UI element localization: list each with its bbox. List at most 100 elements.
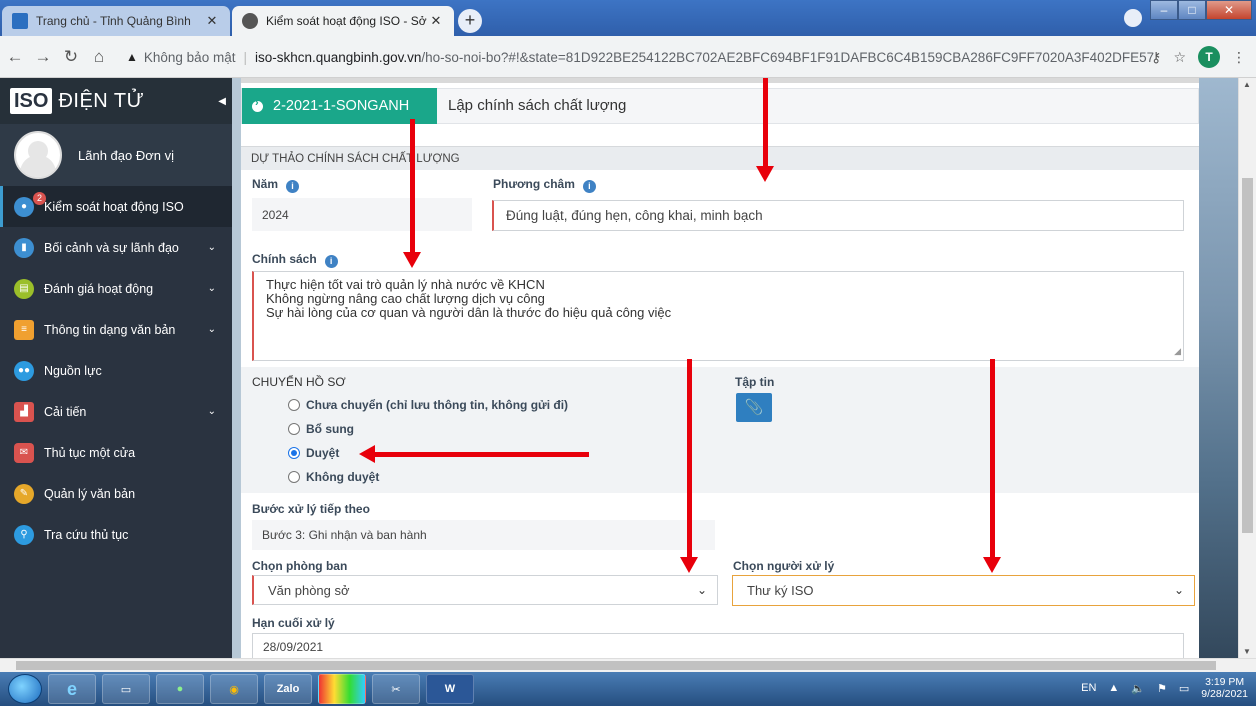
internet-explorer-icon[interactable]: e: [48, 674, 96, 704]
tab-trang-chu[interactable]: Trang chủ - Tỉnh Quảng Bình ✕: [2, 6, 230, 36]
motto-label: Phương châm i: [493, 177, 596, 193]
main-panel: 2-2021-1-SONGANH Lập chính sách chất lượ…: [241, 78, 1199, 658]
sidebar-item-cai-tien[interactable]: ▟ Cải tiến ⌄: [0, 391, 232, 432]
clock-time: 3:19 PM: [1205, 676, 1245, 688]
document-icon: ▮: [14, 237, 34, 258]
flag-icon[interactable]: ⚑: [1157, 682, 1167, 695]
scroll-thumb[interactable]: [16, 661, 1216, 670]
word-label: W: [444, 683, 456, 695]
motto-input[interactable]: Đúng luật, đúng hẹn, công khai, minh bạc…: [492, 200, 1184, 231]
deadline-input[interactable]: 28/09/2021: [252, 633, 1184, 658]
chevron-down-icon: ⌄: [696, 583, 707, 597]
radio-chua-chuyen[interactable]: Chưa chuyển (chỉ lưu thông tin, không gử…: [288, 398, 568, 412]
address-bar[interactable]: ▲ Không bảo mật | iso-skhcn.quangbinh.go…: [114, 43, 1154, 71]
horizontal-scrollbar[interactable]: [0, 658, 1256, 672]
sidebar-item-label: Nguồn lực: [44, 363, 102, 378]
paint-icon[interactable]: [318, 674, 366, 704]
radio-circle[interactable]: [288, 447, 300, 459]
radio-circle[interactable]: [288, 423, 300, 435]
star-icon[interactable]: ☆: [1173, 49, 1186, 66]
policy-label-text: Chính sách: [252, 252, 317, 266]
profile-avatar[interactable]: T: [1198, 46, 1220, 68]
maximize-button[interactable]: □: [1178, 0, 1206, 20]
sidebar-item-boi-canh[interactable]: ▮ Bối cảnh và sự lãnh đạo ⌄: [0, 227, 232, 268]
vertical-scrollbar[interactable]: ▲ ▼: [1238, 78, 1256, 658]
sidebar-item-danh-gia[interactable]: ▤ Đánh giá hoạt động ⌄: [0, 268, 232, 309]
toolbar-actions: ⚷ ☆ T ⋮: [1151, 46, 1246, 68]
back-arrow-icon[interactable]: ←: [2, 47, 28, 67]
expand-circle-icon: [252, 97, 263, 112]
url-host: iso-skhcn.quangbinh.gov.vn: [254, 49, 422, 65]
sidebar-item-quan-ly-van-ban[interactable]: ✎ Quản lý văn bản: [0, 473, 232, 514]
language-indicator[interactable]: EN: [1081, 682, 1096, 694]
scroll-thumb[interactable]: [1242, 178, 1253, 533]
sidebar-item-label: Tra cứu thủ tục: [44, 527, 129, 542]
sidebar-item-thong-tin[interactable]: ≡ Thông tin dạng văn bản ⌄: [0, 309, 232, 350]
section-heading: DỰ THẢO CHÍNH SÁCH CHẤT LƯỢNG: [241, 146, 1199, 170]
sidebar-item-thu-tuc-mot-cua[interactable]: ✉ Thủ tục một cửa: [0, 432, 232, 473]
coccoc-icon[interactable]: ●: [156, 674, 204, 704]
sidebar-item-label: Đánh giá hoạt động: [44, 281, 154, 296]
minimize-button[interactable]: –: [1150, 0, 1178, 20]
scroll-down-icon[interactable]: ▼: [1243, 647, 1251, 656]
warning-icon: ▲: [126, 50, 138, 64]
close-tab-icon[interactable]: ✕: [204, 13, 220, 29]
clock[interactable]: 3:19 PM 9/28/2021: [1201, 676, 1248, 700]
info-icon[interactable]: i: [286, 180, 300, 193]
next-step-label: Bước xử lý tiếp theo: [252, 502, 370, 516]
show-hidden-icons-icon[interactable]: ▲: [1108, 682, 1119, 694]
new-tab-button[interactable]: +: [458, 9, 482, 33]
chevron-down-icon: ⌄: [207, 324, 216, 335]
zalo-label: Zalo: [276, 683, 300, 695]
brand[interactable]: ISO ĐIỆN TỬ ◀: [0, 78, 232, 124]
info-icon[interactable]: i: [324, 255, 338, 268]
handler-label: Chọn người xử lý: [733, 559, 835, 573]
info-icon[interactable]: i: [582, 180, 596, 193]
radio-bo-sung[interactable]: Bổ sung: [288, 422, 354, 436]
resize-handle-icon[interactable]: ◢: [1174, 344, 1181, 358]
sidebar-item-tra-cuu[interactable]: ⚲ Tra cứu thủ tục: [0, 514, 232, 555]
globe-icon: [242, 13, 258, 29]
chrome-icon[interactable]: ◉: [210, 674, 258, 704]
scroll-up-icon[interactable]: ▲: [1243, 80, 1251, 89]
key-icon[interactable]: ⚷: [1151, 49, 1161, 66]
chrome-profile-icon[interactable]: [1124, 9, 1142, 27]
forward-arrow-icon[interactable]: →: [30, 47, 56, 67]
record-header: 2-2021-1-SONGANH Lập chính sách chất lượ…: [241, 88, 1199, 124]
network-icon[interactable]: ▭: [1179, 682, 1189, 695]
notification-badge: 2: [33, 192, 47, 205]
zalo-icon[interactable]: Zalo: [264, 674, 312, 704]
record-code-tab[interactable]: 2-2021-1-SONGANH: [242, 88, 437, 124]
word-icon[interactable]: W: [426, 674, 474, 704]
volume-icon[interactable]: 🔈: [1131, 682, 1145, 695]
dept-label: Chọn phòng ban: [252, 559, 348, 573]
sidebar-item-nguon-luc[interactable]: ●● Nguồn lực: [0, 350, 232, 391]
start-button[interactable]: [8, 674, 42, 704]
sidebar-item-label: Quản lý văn bản: [44, 486, 136, 501]
attach-file-button[interactable]: 📎: [736, 393, 772, 422]
radio-khong-duyet[interactable]: Không duyệt: [288, 470, 379, 484]
tab-iso[interactable]: Kiểm soát hoạt động ISO - Sở Kh ✕: [232, 6, 454, 36]
collapse-sidebar-icon[interactable]: ◀: [218, 96, 226, 107]
home-icon[interactable]: ⌂: [86, 47, 112, 67]
radio-circle[interactable]: [288, 471, 300, 483]
snipping-tool-icon[interactable]: ✂: [372, 674, 420, 704]
close-tab-icon[interactable]: ✕: [428, 13, 444, 29]
user-panel[interactable]: Lãnh đạo Đơn vị: [0, 124, 232, 186]
close-window-button[interactable]: ✕: [1206, 0, 1252, 20]
handler-select[interactable]: Thư ký ISO ⌄: [732, 575, 1195, 606]
dept-select[interactable]: Văn phòng sở ⌄: [252, 575, 718, 605]
users-icon: ●●: [14, 360, 34, 381]
user-name: Lãnh đạo Đơn vị: [78, 147, 174, 163]
menu-dots-icon[interactable]: ⋮: [1232, 49, 1246, 66]
file-explorer-icon[interactable]: ▭: [102, 674, 150, 704]
reload-icon[interactable]: ↻: [58, 47, 84, 67]
policy-textarea[interactable]: Thực hiện tốt vai trò quản lý nhà nước v…: [252, 271, 1184, 361]
motto-label-text: Phương châm: [493, 177, 575, 191]
annotation-arrow: [680, 359, 698, 573]
radio-duyet[interactable]: Duyệt: [288, 446, 339, 460]
transfer-label: CHUYỂN HỒ SƠ: [252, 375, 346, 389]
radio-circle[interactable]: [288, 399, 300, 411]
annotation-arrow: [983, 359, 1001, 573]
sidebar-item-kiem-soat-iso[interactable]: ● 2 Kiểm soát hoạt động ISO: [0, 186, 232, 227]
